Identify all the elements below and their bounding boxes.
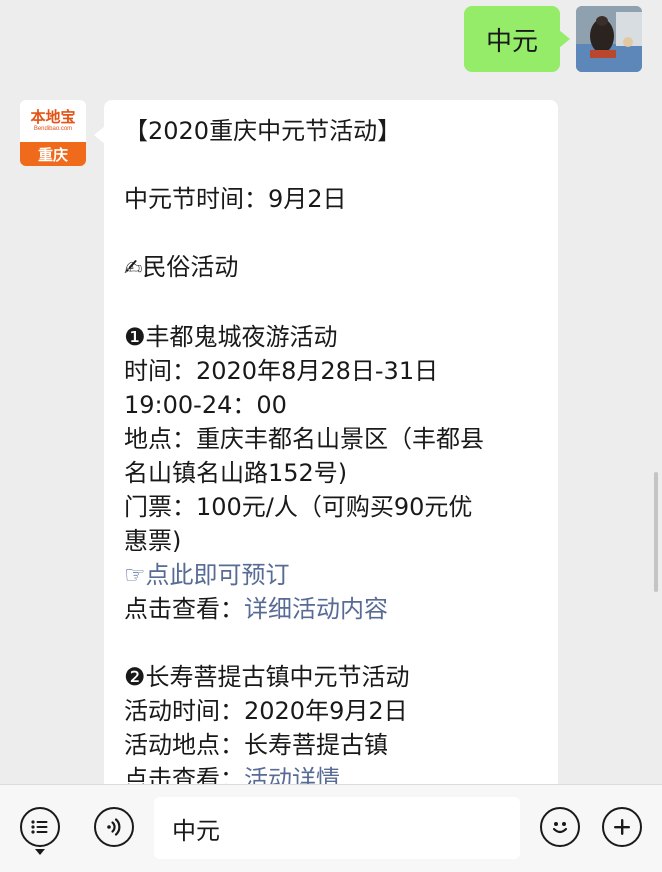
smiley-icon: [552, 822, 568, 834]
event1-time-hours: 19:00-24：00: [124, 391, 287, 419]
event1-details-link[interactable]: 详细活动内容: [244, 595, 388, 623]
event1-name: ❶丰都鬼城夜游活动: [124, 323, 338, 351]
festival-date: 中元节时间：9月2日: [124, 185, 347, 213]
voice-button[interactable]: [94, 807, 134, 847]
event1-booking: ☞点此即可预订: [124, 558, 538, 592]
user-avatar-image: [576, 6, 642, 72]
section-title: 民俗活动: [142, 253, 239, 281]
section-heading: ✍民俗活动: [124, 250, 538, 286]
menu-button[interactable]: [20, 807, 60, 847]
event1-details: 点击查看：详细活动内容: [124, 592, 538, 626]
incoming-message-bubble[interactable]: 【2020重庆中元节活动】 中元节时间：9月2日 ✍民俗活动 ❶丰都鬼城夜游活动…: [94, 100, 558, 784]
more-button[interactable]: [602, 807, 642, 847]
event1-ticket: 门票：100元/人（可购买90元优: [124, 493, 473, 521]
event2-details: 点击查看：活动详情: [124, 762, 538, 784]
plus-icon: [614, 819, 630, 835]
logo-city: 重庆: [20, 142, 86, 166]
outgoing-message-row: 中元: [463, 6, 642, 72]
emoji-button[interactable]: [540, 807, 580, 847]
event1-time: 时间：2020年8月28日-31日: [124, 357, 439, 385]
booking-link[interactable]: 点此即可预订: [146, 561, 290, 589]
chat-scrollbar[interactable]: [654, 472, 658, 592]
event2-place: 活动地点：长寿菩提古镇: [124, 731, 388, 759]
list-menu-icon: [31, 820, 48, 834]
logo-url: Bendibao.com: [33, 126, 73, 132]
menu-caret-icon: [35, 849, 45, 855]
event2-name: ❷长寿菩提古镇中元节活动: [124, 663, 410, 691]
event1-place: 地点：重庆丰都名山景区（丰都县: [124, 425, 484, 453]
message-title: 【2020重庆中元节活动】: [124, 117, 402, 145]
outgoing-message-bubble[interactable]: 中元: [463, 6, 571, 72]
event1-ticket-cont: 惠票): [124, 527, 182, 555]
message-input[interactable]: 中元: [154, 797, 520, 859]
account-avatar[interactable]: 本地宝 Bendibao.com 重庆: [20, 100, 86, 166]
voice-icon: [107, 818, 121, 836]
input-bar: 中元: [0, 784, 662, 872]
pointing-hand-icon: ☞: [124, 561, 146, 589]
account-logo: 本地宝 Bendibao.com: [20, 100, 86, 142]
event1-details-label: 点击查看：: [124, 595, 244, 623]
outgoing-message-text: 中元: [485, 26, 538, 57]
event2-details-label: 点击查看：: [124, 765, 244, 784]
event2-time: 活动时间：2020年9月2日: [124, 697, 408, 725]
event2-details-link[interactable]: 活动详情: [244, 765, 340, 784]
event1-place-cont: 名山镇名山路152号): [124, 459, 348, 487]
user-avatar[interactable]: [576, 6, 642, 72]
writing-hand-icon: ✍: [124, 256, 143, 281]
chat-area[interactable]: 中元 本地宝 Bendibao.com 重庆 【2020重庆中元节活动】 中元节…: [0, 0, 662, 784]
logo-name: 本地宝: [30, 108, 76, 126]
